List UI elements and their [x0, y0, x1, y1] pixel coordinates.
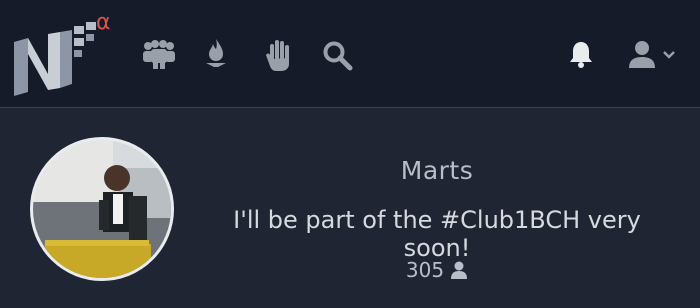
profile-name: Marts [400, 156, 474, 185]
profile-bio: I'll be part of the #Club1BCH very soon! [233, 206, 641, 262]
beta-badge: α [96, 10, 111, 35]
profile-photo [33, 140, 171, 278]
bell-icon[interactable] [568, 40, 594, 70]
top-navbar: α [0, 0, 700, 108]
followers-count[interactable]: 305 [200, 258, 674, 282]
search-icon[interactable] [322, 40, 354, 72]
trending-fire-icon[interactable] [204, 38, 228, 70]
user-icon [451, 261, 468, 279]
profile-card: Marts I'll be part of the #Club1BCH very… [0, 108, 700, 308]
chevron-down-icon[interactable] [662, 50, 676, 60]
followers-number: 305 [405, 258, 445, 282]
avatar[interactable] [30, 137, 174, 281]
hand-icon[interactable] [264, 38, 292, 72]
site-logo[interactable] [10, 12, 110, 100]
community-icon[interactable] [142, 40, 176, 70]
user-icon[interactable] [628, 40, 656, 70]
